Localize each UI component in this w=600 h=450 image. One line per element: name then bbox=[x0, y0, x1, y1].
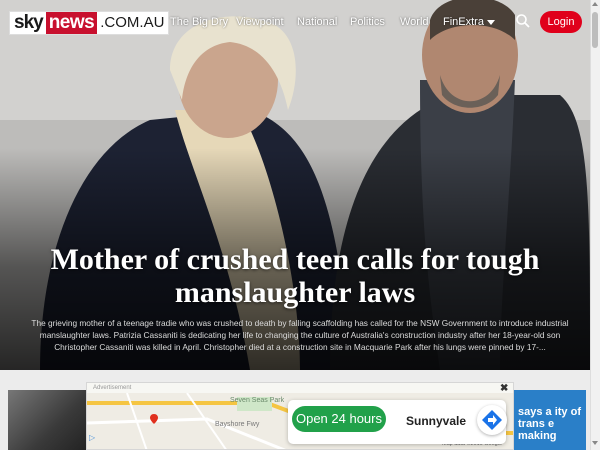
scrollbar[interactable] bbox=[590, 0, 600, 450]
story-thumbnail-right[interactable]: says a ity of trans e making bbox=[510, 390, 586, 450]
nav-item-politics[interactable]: Politics bbox=[350, 16, 385, 28]
scroll-down-icon[interactable] bbox=[592, 441, 598, 445]
scrollbar-thumb[interactable] bbox=[592, 12, 598, 48]
directions-icon bbox=[482, 410, 502, 430]
login-button[interactable]: Login bbox=[540, 11, 582, 33]
hero-summary: The grieving mother of a teenage tradie … bbox=[31, 318, 569, 352]
nav-item-national[interactable]: National bbox=[297, 16, 337, 28]
scroll-up-icon[interactable] bbox=[592, 2, 598, 6]
map-label-park: Seven Seas Park bbox=[230, 397, 285, 404]
hero-image[interactable] bbox=[0, 0, 600, 370]
sky-news-logo[interactable]: sky news .COM.AU bbox=[9, 11, 170, 35]
nav-item-world[interactable]: World bbox=[400, 16, 429, 28]
search-icon[interactable] bbox=[515, 13, 531, 29]
destination-label: Sunnyvale bbox=[406, 414, 467, 428]
story-thumbnail-left[interactable] bbox=[8, 390, 88, 450]
ad-choices-icon[interactable]: ▷ bbox=[89, 433, 95, 442]
side-story-text: says a ity of trans e making bbox=[518, 406, 581, 442]
top-nav: sky news .COM.AU The Big Dry Viewpoint N… bbox=[0, 0, 590, 45]
ad-label: Advertisement bbox=[93, 385, 132, 391]
nav-item-the-big-dry[interactable]: The Big Dry bbox=[170, 16, 228, 28]
hero-overlay bbox=[0, 0, 600, 370]
map-label-freeway: Bayshore Fwy bbox=[215, 421, 260, 428]
nav-item-viewpoint[interactable]: Viewpoint bbox=[236, 16, 284, 28]
directions-button[interactable] bbox=[477, 405, 507, 435]
chevron-down-icon bbox=[486, 19, 495, 25]
hero-headline[interactable]: Mother of crushed teen calls for tough m… bbox=[20, 243, 570, 309]
logo-sky: sky bbox=[14, 12, 44, 33]
open-hours-badge[interactable]: Open 24 hours bbox=[292, 406, 386, 432]
nav-item-finextra-label: FinExtra bbox=[443, 16, 484, 28]
logo-domain: .COM.AU bbox=[100, 14, 165, 31]
map-pin-icon bbox=[150, 414, 158, 424]
logo-news: news bbox=[45, 12, 98, 34]
nav-item-finextra[interactable]: FinExtra bbox=[443, 16, 495, 28]
